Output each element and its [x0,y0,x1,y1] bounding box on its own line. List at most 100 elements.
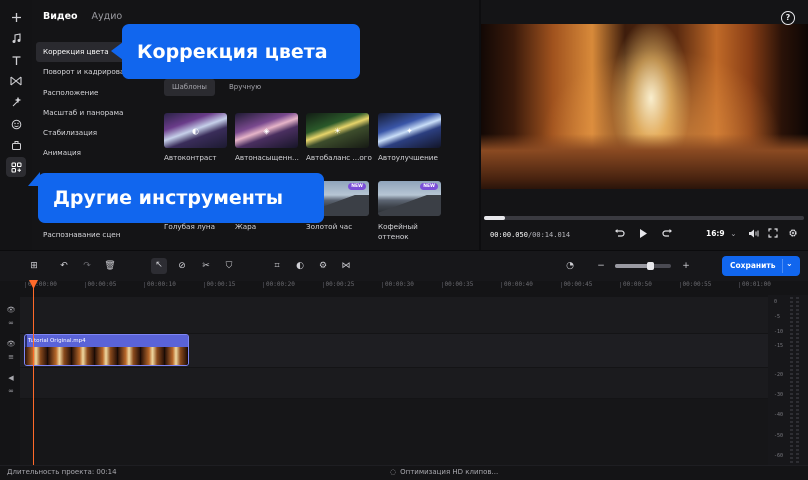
meter-label: -20 [774,372,784,378]
eye-icon[interactable]: 👁 [6,305,16,315]
adjust-icon[interactable]: ⚙ [316,259,330,273]
meter-bar-left [790,297,793,463]
save-button[interactable]: Сохранить ⌄ [722,256,800,276]
zoom-knob[interactable] [646,262,654,270]
clip-thumbnails [25,347,188,365]
playback-progress[interactable] [484,216,804,220]
timeline-ruler[interactable]: 00:00:00 00:00:05 00:00:10 00:00:15 00:00:20… [20,281,771,295]
preset-thumbnail[interactable]: ☀ [306,113,369,148]
text-icon[interactable] [6,50,26,70]
playhead[interactable] [33,281,34,467]
text-track[interactable] [20,297,768,333]
meter-bar-right [796,297,799,463]
preset-label: Голубая луна [164,222,216,231]
magnet-icon[interactable]: ◔ [563,259,577,273]
aspect-ratio-select[interactable]: 16:9 ⌄ [706,229,737,238]
rewind-icon[interactable] [614,228,625,242]
preset-thumbnail[interactable]: ◐ [164,113,227,148]
sticker-icon[interactable] [6,114,26,134]
ruler-tick: 00:00:30 [382,281,414,288]
effects-icon[interactable] [6,92,26,112]
callout-other-tools: Другие инструменты [28,172,324,223]
ruler-tick: 00:00:05 [84,281,117,288]
preset-thumbnail[interactable]: ◈ [235,113,298,148]
menu-item-position[interactable]: Расположение [36,83,156,103]
forward-icon[interactable] [662,228,673,242]
video-settings-icon[interactable]: ≡ [6,352,16,362]
redo-icon[interactable]: ↷ [80,259,94,273]
music-icon[interactable] [6,28,26,48]
crop-icon[interactable]: ⌗ [270,259,284,273]
more-tools-icon[interactable] [6,157,26,177]
preset-mode-switch: Шаблоны Вручную [164,79,269,96]
project-duration: Длительность проекта: 00:14 [7,468,117,476]
ruler-tick: 00:00:40 [501,281,533,288]
zoom-in-icon[interactable]: + [679,259,693,273]
video-clip[interactable]: Tutorial Original.mp4 [24,334,189,366]
undo-icon[interactable]: ↶ [57,259,71,273]
zoom-slider[interactable] [615,262,671,270]
preset-label: Жара [235,222,257,231]
optimization-status: ◌ Оптимизация HD клипов... [390,468,498,476]
brightness-icon: ☀ [333,126,342,135]
ruler-tick: 00:00:35 [441,281,474,288]
tool-rail [0,0,32,250]
preset-thumbnail[interactable]: NEW [378,181,441,216]
settings-icon[interactable] [788,228,798,242]
meter-label: -10 [774,329,784,335]
menu-item-stabilization[interactable]: Стабилизация [36,123,156,143]
disable-icon[interactable]: ⊘ [175,259,189,273]
empty-track-area[interactable] [20,399,768,465]
new-badge: NEW [420,183,438,190]
video-preview[interactable] [481,24,808,189]
video-editor-app: Видео Аудио Коррекция цвета Поворот и ка… [0,0,808,480]
ruler-tick: 00:00:50 [620,281,652,288]
select-tool-icon[interactable]: ↖ [151,258,167,274]
eye-icon[interactable]: 👁 [6,339,16,349]
callout-color-correction: Коррекция цвета [111,24,360,79]
manual-toggle[interactable]: Вручную [221,79,269,96]
templates-toggle[interactable]: Шаблоны [164,79,215,96]
menu-item-zoom-pan[interactable]: Масштаб и панорама [36,103,156,123]
audio-track[interactable] [20,368,768,398]
link-icon[interactable]: ∞ [6,318,16,328]
panel-tabs: Видео Аудио [43,11,122,22]
ruler-tick: 00:00:20 [263,281,295,288]
link-icon[interactable]: ∞ [6,386,16,396]
transition-icon[interactable]: ⋈ [339,259,353,273]
menu-item-animation[interactable]: Анимация [36,143,156,163]
status-bar: Длительность проекта: 00:14 ◌ Оптимизация… [0,465,808,480]
fullscreen-icon[interactable] [768,228,778,242]
new-badge: NEW [348,183,366,190]
color-icon[interactable]: ◐ [293,259,307,273]
preset-label: Автоулучшение [378,153,438,162]
preset-thumbnail[interactable]: ✦ [378,113,441,148]
aspect-ratio-value: 16:9 [706,229,725,238]
play-icon[interactable] [638,228,648,242]
volume-icon[interactable]: ◀ [6,373,16,383]
ruler-tick: 00:00:45 [560,281,593,288]
save-label: Сохранить [730,261,776,270]
tab-video[interactable]: Видео [43,11,78,22]
delete-icon[interactable]: 🗑 [103,259,117,273]
plus-icon[interactable] [6,7,26,27]
spinner-icon: ◌ [390,468,397,476]
clip-name: Tutorial Original.mp4 [27,335,188,347]
media-icon[interactable] [6,135,26,155]
ruler-tick: 00:00:15 [203,281,236,288]
transition-icon[interactable] [6,71,26,91]
contrast-icon: ◐ [192,126,199,135]
cut-icon[interactable]: ✂ [199,259,213,273]
menu-item-scene-detection[interactable]: Распознавание сцен [43,230,120,239]
tab-audio[interactable]: Аудио [92,11,123,22]
chevron-down-icon[interactable]: ⌄ [786,259,793,268]
meter-label: -15 [774,343,784,349]
help-icon[interactable]: ? [781,11,795,25]
zoom-out-icon[interactable]: − [594,259,608,273]
playback-time: 00:00.050/00:14.014 [490,231,570,239]
current-time: 00:00.050 [490,231,528,239]
progress-fill [484,216,505,220]
volume-icon[interactable] [748,228,759,242]
marker-icon[interactable]: ⛉ [222,259,236,273]
add-track-icon[interactable]: ⊞ [27,259,41,273]
